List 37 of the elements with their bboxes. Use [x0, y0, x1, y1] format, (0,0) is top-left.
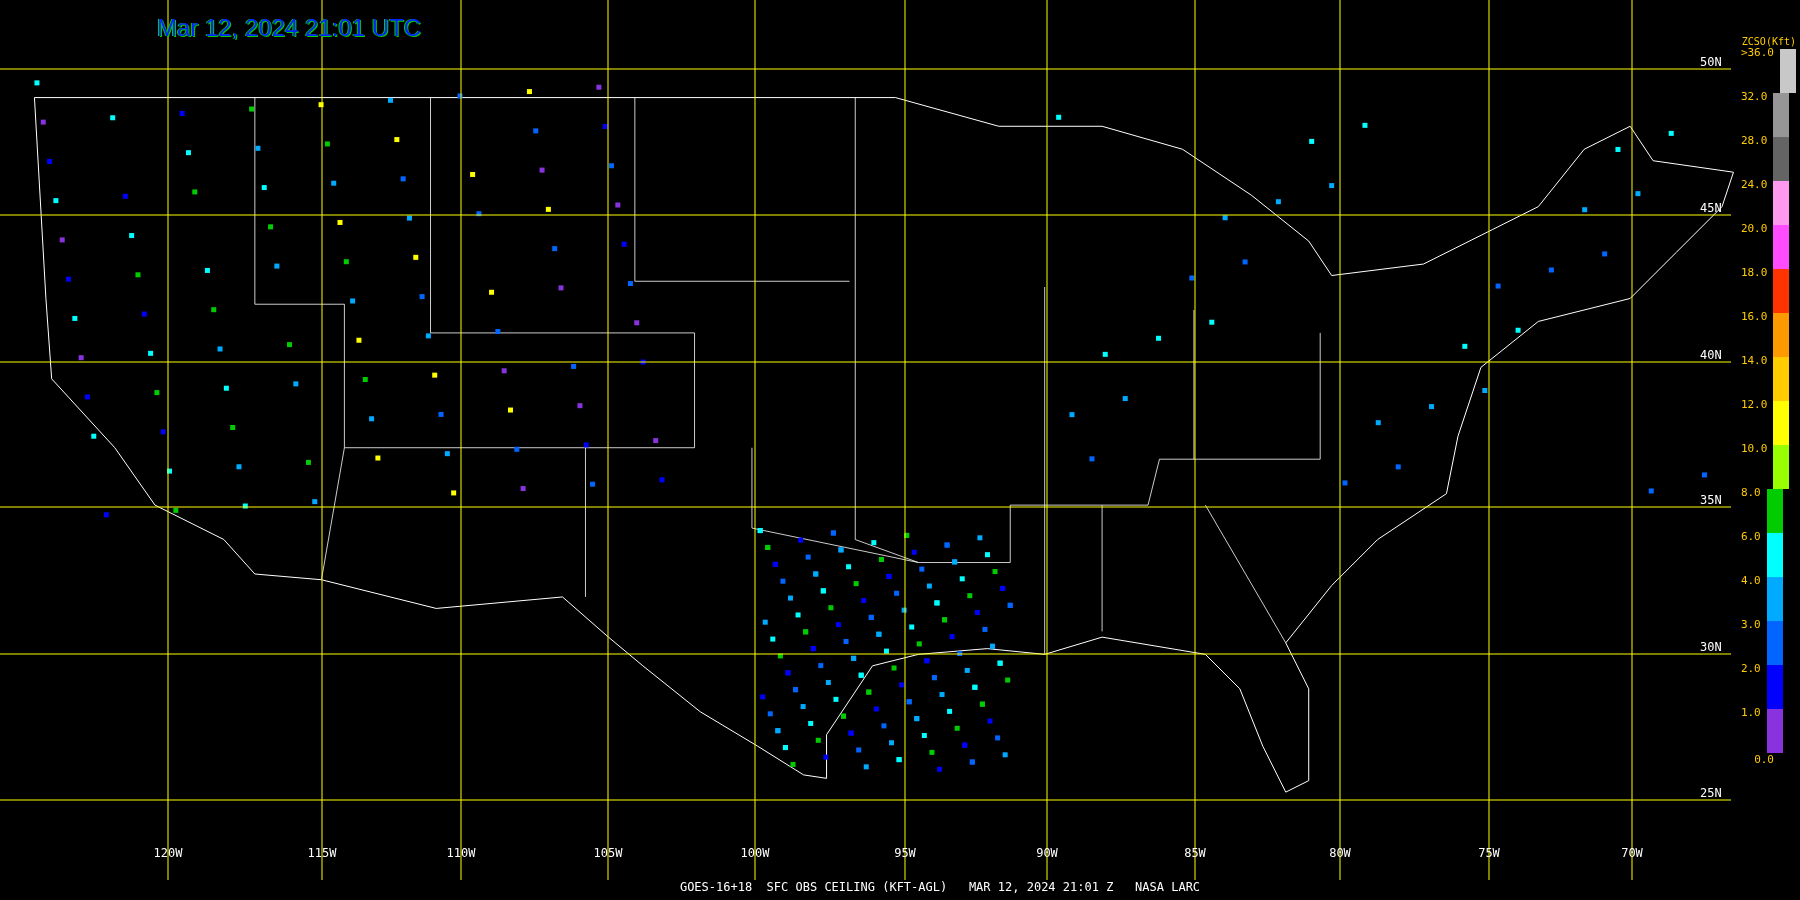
longitude-label: 110W [446, 846, 476, 860]
map-timestamp: Mar 12, 2024 21:01 UTC [157, 14, 422, 42]
longitude-label: 90W [1036, 846, 1058, 860]
legend-title: ZCSO(Kft) [1741, 36, 1796, 47]
legend-label: 6.0 [1740, 531, 1761, 542]
legend-label: 8.0 [1740, 487, 1761, 498]
legend-label: >36.0 [1740, 47, 1774, 58]
longitude-label: 85W [1184, 846, 1206, 860]
longitude-label: 115W [307, 846, 337, 860]
longitude-label: 95W [894, 846, 916, 860]
latitude-label: 50N [1700, 55, 1722, 69]
map-caption: GOES-16+18 SFC OBS CEILING (KFT-AGL) MAR 12, 2024 21:01 Z NASA LARC [678, 880, 1202, 896]
longitude-label: 100W [740, 846, 770, 860]
longitude-label: 75W [1478, 846, 1500, 860]
legend-label: 3.0 [1740, 619, 1761, 630]
latitude-label: 35N [1700, 493, 1722, 507]
longitude-label: 80W [1329, 846, 1351, 860]
legend-label: 12.0 [1740, 399, 1768, 410]
legend-label: 16.0 [1740, 311, 1768, 322]
legend-label: 32.0 [1740, 91, 1768, 102]
legend-label: 10.0 [1740, 443, 1768, 454]
legend-label: 24.0 [1740, 179, 1768, 190]
latitude-label: 45N [1700, 201, 1722, 215]
legend-label: 14.0 [1740, 355, 1768, 366]
legend-label: 2.0 [1740, 663, 1761, 674]
legend-label: 0.0 [1754, 753, 1774, 766]
longitude-label: 120W [153, 846, 183, 860]
legend-label: 20.0 [1740, 223, 1768, 234]
longitude-label: 70W [1621, 846, 1643, 860]
latitude-label: 40N [1700, 348, 1722, 362]
latitude-label: 25N [1700, 786, 1722, 800]
legend-label: 18.0 [1740, 267, 1768, 278]
latitude-label: 30N [1700, 640, 1722, 654]
longitude-label: 105W [593, 846, 623, 860]
legend-label: 4.0 [1740, 575, 1761, 586]
legend-label: 1.0 [1740, 707, 1761, 718]
legend-label: 28.0 [1740, 135, 1768, 146]
